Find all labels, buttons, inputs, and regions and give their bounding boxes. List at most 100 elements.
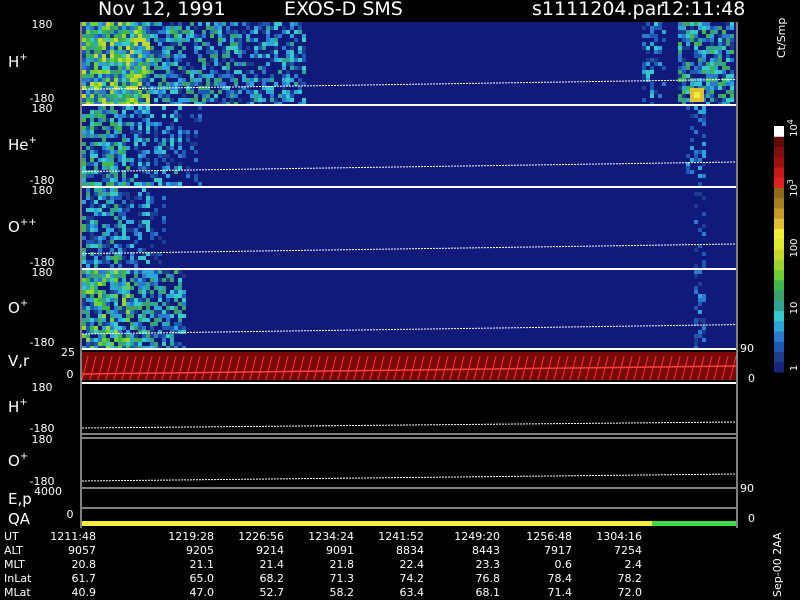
- flux-cell: [230, 46, 234, 50]
- flux-cell: [174, 26, 178, 30]
- flux-cell: [90, 274, 94, 278]
- flux-cell: [122, 326, 126, 330]
- flux-cell: [138, 66, 142, 70]
- flux-cell: [190, 78, 194, 82]
- flux-cell: [114, 90, 118, 94]
- flux-cell: [138, 54, 142, 58]
- flux-cell: [142, 282, 146, 286]
- flux-cell: [250, 94, 254, 98]
- flux-cell: [714, 50, 718, 54]
- flux-cell: [94, 154, 98, 158]
- flux-cell: [194, 174, 198, 178]
- flux-cell: [106, 232, 110, 236]
- flux-cell: [194, 158, 198, 162]
- flux-cell: [90, 298, 94, 302]
- flux-cell: [294, 54, 298, 58]
- flux-cell: [142, 66, 146, 70]
- flux-cell: [714, 54, 718, 58]
- flux-cell: [82, 282, 86, 286]
- flux-cell: [110, 310, 114, 314]
- flux-cell: [90, 118, 94, 122]
- flux-cell: [190, 142, 194, 146]
- flux-cell: [134, 38, 138, 42]
- flux-cell: [170, 54, 174, 58]
- flux-cell: [250, 70, 254, 74]
- flux-cell: [86, 182, 90, 186]
- flux-cell: [122, 282, 126, 286]
- flux-cell: [694, 274, 698, 278]
- flux-cell: [210, 82, 214, 86]
- colorbar-tick: 100: [789, 238, 800, 257]
- flux-cell: [158, 82, 162, 86]
- flux-cell: [162, 240, 166, 244]
- flux-cell: [90, 236, 94, 240]
- flux-cell: [134, 74, 138, 78]
- flux-cell: [702, 232, 706, 236]
- flux-cell: [166, 154, 170, 158]
- flux-cell: [678, 26, 682, 30]
- flux-cell: [98, 158, 102, 162]
- flux-cell: [290, 34, 294, 38]
- flux-cell: [166, 58, 170, 62]
- flux-cell: [110, 228, 114, 232]
- flux-cell: [138, 138, 142, 142]
- flux-cell: [110, 322, 114, 326]
- flux-cell: [206, 98, 210, 102]
- flux-cell: [94, 78, 98, 82]
- flux-cell: [122, 58, 126, 62]
- flux-cell: [158, 154, 162, 158]
- flux-cell: [134, 94, 138, 98]
- flux-cell: [178, 54, 182, 58]
- flux-cell: [146, 302, 150, 306]
- flux-cell: [90, 338, 94, 342]
- flux-cell: [298, 50, 302, 54]
- flux-cell: [110, 182, 114, 186]
- flux-cell: [86, 38, 90, 42]
- flux-cell: [150, 34, 154, 38]
- flux-cell: [106, 326, 110, 330]
- flux-cell: [222, 86, 226, 90]
- flux-cell: [646, 58, 650, 62]
- flux-cell: [122, 192, 126, 196]
- flux-cell: [230, 90, 234, 94]
- flux-cell: [206, 46, 210, 50]
- flux-cell: [298, 82, 302, 86]
- flux-cell: [126, 244, 130, 248]
- flux-cell: [250, 98, 254, 102]
- flux-cell: [146, 130, 150, 134]
- flux-cell: [170, 146, 174, 150]
- flux-cell: [146, 286, 150, 290]
- colorbar-segment: [774, 167, 784, 178]
- flux-cell: [238, 70, 242, 74]
- flux-cell: [150, 90, 154, 94]
- flux-cell: [130, 228, 134, 232]
- flux-cell: [258, 54, 262, 58]
- flux-cell: [98, 42, 102, 46]
- flux-cell: [114, 42, 118, 46]
- flux-cell: [130, 306, 134, 310]
- flux-cell: [98, 62, 102, 66]
- flux-cell: [86, 290, 90, 294]
- flux-cell: [118, 126, 122, 130]
- flux-cell: [290, 62, 294, 66]
- flux-cell: [294, 22, 298, 26]
- colorbar-segment: [774, 208, 784, 219]
- flux-cell: [282, 66, 286, 70]
- flux-cell: [178, 130, 182, 134]
- flux-cell: [246, 38, 250, 42]
- flux-cell: [82, 294, 86, 298]
- flux-cell: [130, 178, 134, 182]
- flux-cell: [138, 326, 142, 330]
- flux-cell: [658, 94, 662, 98]
- flux-cell: [114, 244, 118, 248]
- flux-cell: [158, 314, 162, 318]
- flux-cell: [158, 150, 162, 154]
- flux-cell: [166, 298, 170, 302]
- flux-cell: [98, 22, 102, 26]
- flux-cell: [282, 78, 286, 82]
- flux-cell: [722, 70, 726, 74]
- flux-cell: [690, 146, 694, 150]
- flux-cell: [106, 278, 110, 282]
- flux-cell: [110, 22, 114, 26]
- flux-cell: [86, 54, 90, 58]
